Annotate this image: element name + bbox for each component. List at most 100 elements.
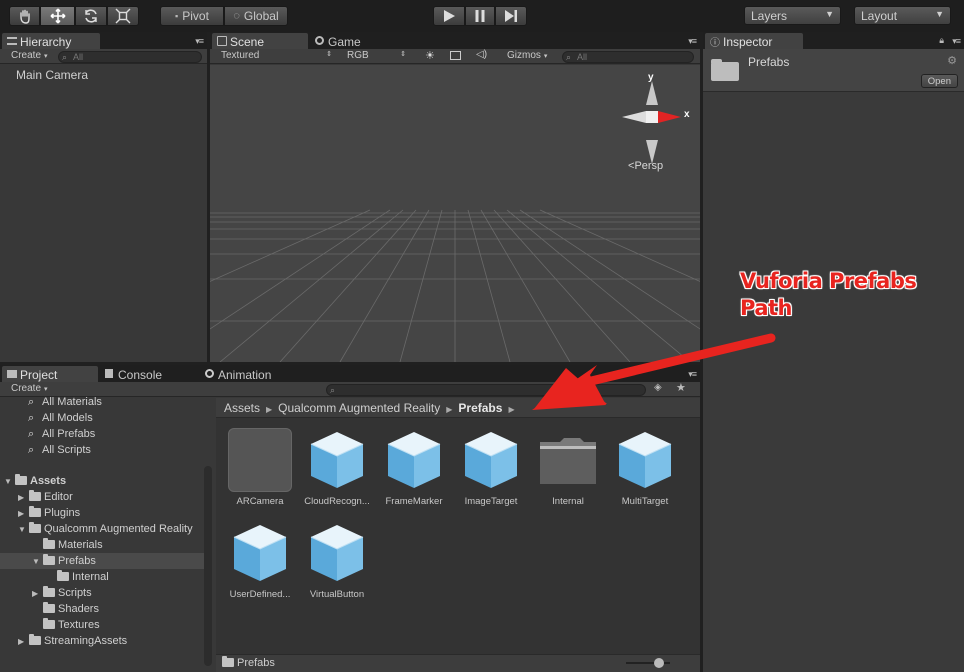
play-button[interactable] xyxy=(433,6,465,26)
tree-item-plugins[interactable]: ▶ Plugins xyxy=(18,505,80,521)
move-tool-button[interactable] xyxy=(40,6,75,26)
favorite-star-icon[interactable]: ★ xyxy=(676,381,686,394)
search-icon: ⌕ xyxy=(28,412,35,424)
tree-item-prefabs[interactable]: ▼ Prefabs xyxy=(0,553,204,569)
tree-label: StreamingAssets xyxy=(44,635,128,647)
breadcrumb-item[interactable]: Qualcomm Augmented Reality xyxy=(278,401,440,415)
tree-item-shaders[interactable]: Shaders xyxy=(43,601,99,617)
scale-tool-button[interactable] xyxy=(107,6,139,26)
tree-scrollbar[interactable] xyxy=(204,466,212,666)
panel-menu-icon[interactable]: ▾≡ xyxy=(688,369,697,380)
tab-hierarchy-label: Hierarchy xyxy=(20,35,72,49)
audio-toggle-icon[interactable]: ◁) xyxy=(476,49,487,60)
pivot-toggle[interactable]: ▪ Pivot xyxy=(160,6,224,26)
tab-inspector[interactable]: ⓘ Inspector xyxy=(705,33,803,49)
breadcrumb-item[interactable]: Assets xyxy=(224,401,260,415)
inspector-object-name: Prefabs xyxy=(748,55,790,69)
tree-item-materials[interactable]: Materials xyxy=(43,537,103,553)
global-toggle[interactable]: ◌ Global xyxy=(224,6,288,26)
label-filter-icon[interactable]: ◈ xyxy=(654,382,662,393)
tab-animation[interactable]: Animation xyxy=(200,366,296,382)
favorite-all-prefabs[interactable]: ⌕ All Prefabs xyxy=(28,426,95,442)
render-mode-dropdown[interactable]: Textured ⇕ xyxy=(218,50,336,63)
scene-search-placeholder: All xyxy=(577,52,588,62)
gear-icon[interactable]: ⚙ xyxy=(947,54,957,67)
asset-item[interactable]: VirtualButton xyxy=(297,521,377,600)
persp-text: Persp xyxy=(634,160,664,172)
tab-hierarchy[interactable]: Hierarchy xyxy=(2,33,100,49)
move-icon xyxy=(50,8,65,24)
slider-handle[interactable] xyxy=(654,658,664,668)
breadcrumb-item[interactable]: Prefabs xyxy=(458,401,502,415)
persp-label[interactable]: <Persp xyxy=(628,160,663,172)
pivot-label: Pivot xyxy=(182,9,209,23)
project-search-input[interactable]: ⌕ xyxy=(326,384,646,396)
prefab-cube-icon xyxy=(387,432,441,488)
tree-item-streaming-assets[interactable]: ▶ StreamingAssets xyxy=(18,633,127,649)
annotation-line: Vuforia Prefabs xyxy=(740,269,917,293)
layers-dropdown[interactable]: Layers ▼ xyxy=(744,6,841,25)
annotation-text: Vuforia Prefabs Path xyxy=(740,268,917,322)
search-input[interactable]: ⌕ All xyxy=(58,51,202,63)
axis-gizmo[interactable] xyxy=(622,81,681,164)
tree-item-qualcomm[interactable]: ▼ Qualcomm Augmented Reality xyxy=(18,521,193,537)
lock-icon[interactable]: 🔒︎ xyxy=(939,35,944,46)
asset-item[interactable]: ImageTarget xyxy=(451,428,531,507)
asset-item[interactable]: CloudRecogn... xyxy=(297,428,377,507)
folder-icon xyxy=(29,506,41,517)
panel-menu-icon[interactable]: ▾≡ xyxy=(195,36,204,47)
panel-menu-icon[interactable]: ▾≡ xyxy=(688,36,697,47)
tree-item-textures[interactable]: Textures xyxy=(43,617,100,633)
tree-item-assets[interactable]: ▼ Assets xyxy=(4,473,66,489)
hierarchy-item-main-camera[interactable]: Main Camera xyxy=(16,68,88,82)
tree-label: Scripts xyxy=(58,587,92,599)
project-footer: Prefabs xyxy=(216,654,700,672)
hand-tool-button[interactable] xyxy=(9,6,40,26)
panel-menu-icon[interactable]: ▾≡ xyxy=(952,36,961,47)
tab-project[interactable]: Project xyxy=(2,366,98,382)
project-create-label: Create xyxy=(11,383,42,394)
folder-icon xyxy=(29,522,41,533)
folder-tab-shape xyxy=(711,59,722,63)
pause-button[interactable] xyxy=(465,6,495,26)
main-toolbar: ▪ Pivot ◌ Global Layers ▼ Layout ▼ xyxy=(0,0,964,32)
search-icon: ⌕ xyxy=(330,385,336,395)
step-button[interactable] xyxy=(495,6,527,26)
asset-item[interactable]: UserDefined... xyxy=(220,521,300,600)
scene-search-input[interactable]: ⌕ All xyxy=(562,51,694,63)
layout-dropdown[interactable]: Layout ▼ xyxy=(854,6,951,25)
lighting-toggle-icon[interactable]: ☀ xyxy=(425,49,435,62)
asset-item[interactable]: Internal xyxy=(528,428,608,507)
favorite-all-materials[interactable]: ⌕ All Materials xyxy=(28,394,102,410)
folder-icon xyxy=(43,586,55,597)
favorite-all-models[interactable]: ⌕ All Models xyxy=(28,410,93,426)
asset-item[interactable]: MultiTarget xyxy=(605,428,685,507)
open-button[interactable]: Open xyxy=(920,74,958,88)
color-mode-dropdown[interactable]: RGB ⇕ xyxy=(344,50,410,63)
scene-viewport[interactable]: y x <Persp xyxy=(210,65,700,362)
tree-item-editor[interactable]: ▶ Editor xyxy=(18,489,73,505)
project-subbar: Create ▾ ⌕ ◈ ★ xyxy=(0,382,700,397)
tab-scene-label: Scene xyxy=(230,35,265,49)
asset-item[interactable]: FrameMarker xyxy=(374,428,454,507)
chevron-updown-icon: ⇕ xyxy=(326,51,332,58)
create-dropdown[interactable]: Create ▾ xyxy=(8,50,48,63)
chevron-down-icon: ▾ xyxy=(44,386,48,393)
favorite-all-scripts[interactable]: ⌕ All Scripts xyxy=(28,442,91,458)
chevron-down-icon: ▼ xyxy=(935,9,944,19)
tab-project-label: Project xyxy=(20,368,58,382)
tab-scene[interactable]: Scene xyxy=(212,33,308,49)
layers-label: Layers xyxy=(751,8,788,23)
hand-icon xyxy=(19,9,30,24)
tab-game[interactable]: Game xyxy=(310,33,370,49)
hierarchy-tabbar: Hierarchy ▾≡ xyxy=(0,32,207,49)
tree-label: Qualcomm Augmented Reality xyxy=(44,523,193,535)
image-toggle-icon[interactable] xyxy=(450,51,461,60)
tree-item-internal[interactable]: Internal xyxy=(57,569,109,585)
gizmos-dropdown[interactable]: Gizmos ▾ xyxy=(504,50,556,63)
rotate-tool-button[interactable] xyxy=(75,6,107,26)
tab-console[interactable]: Console xyxy=(100,366,198,382)
asset-item[interactable]: ARCamera xyxy=(220,428,300,507)
tree-item-scripts[interactable]: ▶ Scripts xyxy=(32,585,92,601)
asset-name: ARCamera xyxy=(236,496,284,507)
